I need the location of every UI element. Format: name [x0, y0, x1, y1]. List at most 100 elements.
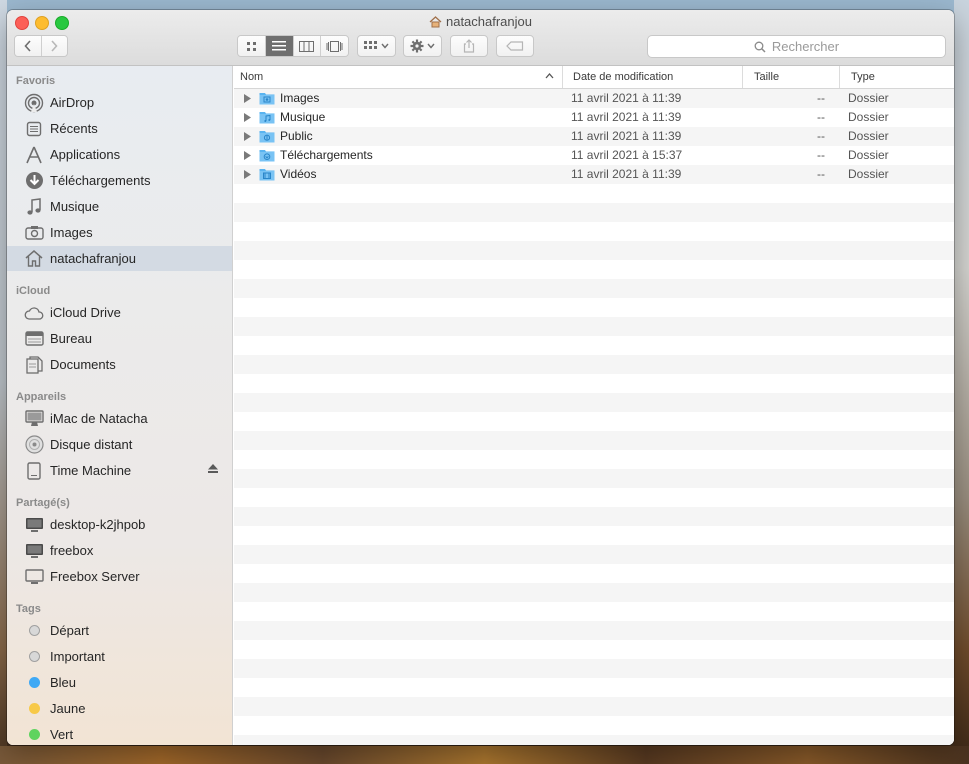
sidebar-item-label: Vert — [50, 727, 74, 742]
sidebar-tag-vert[interactable]: Vert — [7, 722, 232, 745]
sidebar-tag-important[interactable]: Important — [7, 644, 232, 669]
file-size: -- — [817, 129, 825, 143]
column-header-name[interactable]: Nom — [234, 66, 562, 88]
sidebar-item-documents[interactable]: Documents — [7, 352, 232, 377]
file-size: -- — [817, 148, 825, 162]
sidebar-item-label: natachafranjou — [50, 251, 137, 266]
desktop-background-right — [954, 0, 969, 764]
table-row[interactable]: Vidéos 11 avril 2021 à 11:39 -- Dossier — [234, 165, 954, 184]
sidebar-item-home[interactable]: natachafranjou — [7, 246, 232, 271]
nav-buttons — [14, 35, 68, 57]
forward-button[interactable] — [41, 36, 67, 56]
table-row[interactable]: Musique 11 avril 2021 à 11:39 -- Dossier — [234, 108, 954, 127]
eject-icon[interactable] — [208, 464, 218, 473]
column-header-name-label: Nom — [240, 71, 264, 83]
sort-ascending-icon — [545, 73, 554, 79]
tag-dot-icon — [28, 677, 40, 688]
folder-downloads-icon — [259, 150, 275, 162]
sidebar-item-label: Récents — [50, 121, 98, 136]
music-icon — [27, 197, 41, 215]
sidebar-tag-bleu[interactable]: Bleu — [7, 670, 232, 695]
sidebar-section-appareils: Appareils — [16, 391, 67, 403]
sidebar-item-time-machine[interactable]: Time Machine — [7, 458, 232, 483]
sidebar: Favoris AirDrop Récents Applications Tél… — [7, 66, 233, 745]
column-header-size[interactable]: Taille — [742, 66, 839, 88]
disclosure-triangle-icon[interactable] — [244, 132, 251, 141]
file-date: 11 avril 2021 à 11:39 — [571, 129, 682, 143]
file-kind: Dossier — [848, 129, 889, 143]
sidebar-item-label: Musique — [50, 199, 100, 214]
sidebar-item-disque-distant[interactable]: Disque distant — [7, 432, 232, 457]
sidebar-item-music[interactable]: Musique — [7, 194, 232, 219]
chevron-right-icon — [51, 40, 58, 52]
column-header-kind-label: Type — [851, 71, 875, 83]
tags-button[interactable] — [496, 35, 534, 57]
chevron-left-icon — [24, 40, 31, 52]
icon-grid-icon — [246, 41, 256, 51]
column-header-date-label: Date de modification — [573, 71, 674, 83]
applications-icon — [26, 146, 42, 163]
sidebar-section-icloud: iCloud — [16, 285, 51, 297]
action-menu-button[interactable] — [403, 35, 442, 57]
list-view-button[interactable] — [265, 36, 294, 56]
sidebar-item-label: Time Machine — [50, 463, 132, 478]
icon-view-button[interactable] — [238, 36, 266, 56]
sidebar-item-label: freebox — [50, 543, 94, 558]
sidebar-item-airdrop[interactable]: AirDrop — [7, 90, 232, 115]
column-view-button[interactable] — [293, 36, 322, 56]
file-size: -- — [817, 167, 825, 181]
sidebar-item-icloud-drive[interactable]: iCloud Drive — [7, 300, 232, 325]
folder-public-icon — [259, 131, 275, 143]
camera-icon — [24, 226, 44, 240]
monitor-icon — [25, 543, 43, 558]
sidebar-tag-jaune[interactable]: Jaune — [7, 696, 232, 721]
sidebar-item-label: iMac de Natacha — [50, 411, 148, 426]
file-date: 11 avril 2021 à 11:39 — [571, 167, 682, 181]
back-button[interactable] — [15, 36, 42, 56]
sidebar-item-freebox-server[interactable]: Freebox Server — [7, 564, 232, 589]
view-mode-selector — [237, 35, 349, 57]
sidebar-section-favoris: Favoris — [16, 75, 56, 87]
file-name: Musique — [280, 110, 326, 124]
sidebar-item-images[interactable]: Images — [7, 220, 232, 245]
sidebar-item-recents[interactable]: Récents — [7, 116, 232, 141]
sidebar-item-downloads[interactable]: Téléchargements — [7, 168, 232, 193]
column-header-kind[interactable]: Type — [839, 66, 954, 88]
file-date: 11 avril 2021 à 11:39 — [571, 91, 682, 105]
disclosure-triangle-icon[interactable] — [244, 170, 251, 179]
tag-icon — [506, 41, 524, 51]
disclosure-triangle-icon[interactable] — [244, 151, 251, 160]
disclosure-triangle-icon[interactable] — [244, 113, 251, 122]
sidebar-item-imac[interactable]: iMac de Natacha — [7, 406, 232, 431]
tag-dot-icon — [28, 729, 40, 740]
drive-icon — [27, 461, 41, 480]
home-icon — [25, 250, 43, 267]
recents-icon — [26, 121, 42, 136]
sidebar-item-applications[interactable]: Applications — [7, 142, 232, 167]
share-button[interactable] — [450, 35, 488, 57]
column-header-date[interactable]: Date de modification — [562, 66, 742, 88]
search-field[interactable]: Rechercher — [647, 35, 946, 58]
disclosure-triangle-icon[interactable] — [244, 94, 251, 103]
sidebar-item-label: Documents — [50, 357, 116, 372]
gear-icon — [410, 39, 424, 53]
chevron-down-icon — [427, 43, 435, 49]
file-date: 11 avril 2021 à 11:39 — [571, 110, 682, 124]
sidebar-tag-depart[interactable]: Départ — [7, 618, 232, 643]
table-row[interactable]: Images 11 avril 2021 à 11:39 -- Dossier — [234, 89, 954, 108]
sidebar-item-freebox[interactable]: freebox — [7, 538, 232, 563]
group-by-button[interactable] — [357, 35, 396, 57]
table-row[interactable]: Téléchargements 11 avril 2021 à 15:37 --… — [234, 146, 954, 165]
gallery-view-button[interactable] — [321, 36, 348, 56]
column-header-size-label: Taille — [754, 71, 780, 83]
sidebar-item-label: desktop-k2jhpob — [50, 517, 146, 532]
folder-music-icon — [259, 112, 275, 124]
sidebar-item-bureau[interactable]: Bureau — [7, 326, 232, 351]
file-list: Nom Date de modification Taille Type Ima… — [234, 66, 954, 745]
file-kind: Dossier — [848, 110, 889, 124]
table-row[interactable]: Public 11 avril 2021 à 11:39 -- Dossier — [234, 127, 954, 146]
sidebar-item-label: Bleu — [50, 675, 77, 690]
window-title-text: natachafranjou — [445, 14, 532, 29]
sidebar-item-label: Disque distant — [50, 437, 133, 452]
sidebar-item-desktop-k2jhpob[interactable]: desktop-k2jhpob — [7, 512, 232, 537]
